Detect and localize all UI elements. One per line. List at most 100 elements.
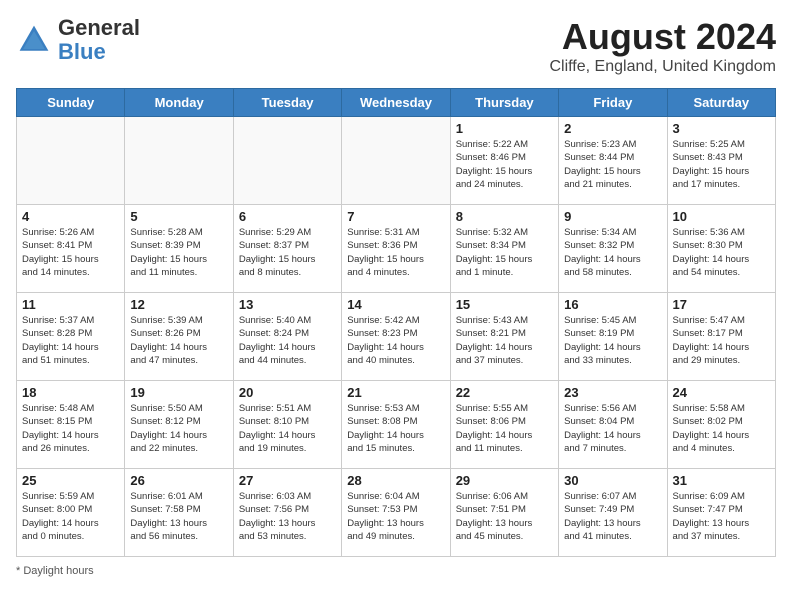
logo-icon — [16, 22, 52, 58]
day-cell: 23 Sunrise: 5:56 AM Sunset: 8:04 PM Dayli… — [559, 381, 667, 469]
week-row-4: 25Sunrise: 5:59 AM Sunset: 8:00 PM Dayli… — [17, 469, 776, 557]
day-number: 25 — [22, 473, 119, 488]
day-cell: 27Sunrise: 6:03 AM Sunset: 7:56 PM Dayli… — [233, 469, 341, 557]
day-info: Sunrise: 5:23 AM Sunset: 8:44 PM Dayligh… — [564, 138, 661, 191]
day-number: 29 — [456, 473, 553, 488]
day-info: Sunrise: 5:43 AM Sunset: 8:21 PM Dayligh… — [456, 314, 553, 367]
header-row: SundayMondayTuesdayWednesdayThursdayFrid… — [17, 89, 776, 117]
day-info: Sunrise: 6:04 AM Sunset: 7:53 PM Dayligh… — [347, 490, 444, 543]
day-info: Sunrise: 5:36 AM Sunset: 8:30 PM Dayligh… — [673, 226, 770, 279]
logo: General Blue — [16, 16, 140, 64]
day-info: Sunrise: 5:53 AM Sunset: 8:08 PM Dayligh… — [347, 402, 444, 455]
day-number: 28 — [347, 473, 444, 488]
day-cell: 26Sunrise: 6:01 AM Sunset: 7:58 PM Dayli… — [125, 469, 233, 557]
day-number: 22 — [456, 385, 553, 400]
col-header-monday: Monday — [125, 89, 233, 117]
day-number: 19 — [130, 385, 227, 400]
day-cell — [233, 117, 341, 205]
day-number: 30 — [564, 473, 661, 488]
day-number: 23 — [564, 385, 661, 400]
day-cell: 29 Sunrise: 6:06 AM Sunset: 7:51 PM Dayli… — [450, 469, 558, 557]
day-info: Sunrise: 5:39 AM Sunset: 8:26 PM Dayligh… — [130, 314, 227, 367]
calendar-header: SundayMondayTuesdayWednesdayThursdayFrid… — [17, 89, 776, 117]
day-number: 8 — [456, 209, 553, 224]
day-info: Sunrise: 5:25 AM Sunset: 8:43 PM Dayligh… — [673, 138, 770, 191]
day-cell: 15Sunrise: 5:43 AM Sunset: 8:21 PM Dayli… — [450, 293, 558, 381]
day-info: Sunrise: 6:09 AM Sunset: 7:47 PM Dayligh… — [673, 490, 770, 543]
day-cell: 21 Sunrise: 5:53 AM Sunset: 8:08 PM Dayli… — [342, 381, 450, 469]
title-area: August 2024 Cliffe, England, United King… — [549, 16, 776, 76]
day-cell: 10Sunrise: 5:36 AM Sunset: 8:30 PM Dayli… — [667, 205, 775, 293]
month-year: August 2024 — [549, 16, 776, 58]
day-number: 20 — [239, 385, 336, 400]
day-cell: 9 Sunrise: 5:34 AM Sunset: 8:32 PM Daylig… — [559, 205, 667, 293]
col-header-saturday: Saturday — [667, 89, 775, 117]
day-number: 6 — [239, 209, 336, 224]
day-cell: 13 Sunrise: 5:40 AM Sunset: 8:24 PM Dayli… — [233, 293, 341, 381]
day-cell: 24 Sunrise: 5:58 AM Sunset: 8:02 PM Dayli… — [667, 381, 775, 469]
week-row-2: 11 Sunrise: 5:37 AM Sunset: 8:28 PM Dayli… — [17, 293, 776, 381]
day-number: 21 — [347, 385, 444, 400]
day-cell: 25Sunrise: 5:59 AM Sunset: 8:00 PM Dayli… — [17, 469, 125, 557]
day-number: 11 — [22, 297, 119, 312]
day-info: Sunrise: 5:47 AM Sunset: 8:17 PM Dayligh… — [673, 314, 770, 367]
day-info: Sunrise: 6:06 AM Sunset: 7:51 PM Dayligh… — [456, 490, 553, 543]
day-number: 24 — [673, 385, 770, 400]
footer-note: * Daylight hours — [16, 565, 776, 577]
calendar-table: SundayMondayTuesdayWednesdayThursdayFrid… — [16, 88, 776, 557]
day-cell: 16 Sunrise: 5:45 AM Sunset: 8:19 PM Dayli… — [559, 293, 667, 381]
day-info: Sunrise: 5:55 AM Sunset: 8:06 PM Dayligh… — [456, 402, 553, 455]
day-cell — [125, 117, 233, 205]
day-info: Sunrise: 5:45 AM Sunset: 8:19 PM Dayligh… — [564, 314, 661, 367]
day-info: Sunrise: 5:37 AM Sunset: 8:28 PM Dayligh… — [22, 314, 119, 367]
day-cell: 20 Sunrise: 5:51 AM Sunset: 8:10 PM Dayli… — [233, 381, 341, 469]
day-cell: 1Sunrise: 5:22 AM Sunset: 8:46 PM Daylig… — [450, 117, 558, 205]
day-cell: 30 Sunrise: 6:07 AM Sunset: 7:49 PM Dayli… — [559, 469, 667, 557]
day-number: 14 — [347, 297, 444, 312]
day-info: Sunrise: 5:58 AM Sunset: 8:02 PM Dayligh… — [673, 402, 770, 455]
day-cell: 12 Sunrise: 5:39 AM Sunset: 8:26 PM Dayli… — [125, 293, 233, 381]
day-info: Sunrise: 5:40 AM Sunset: 8:24 PM Dayligh… — [239, 314, 336, 367]
day-number: 17 — [673, 297, 770, 312]
day-number: 5 — [130, 209, 227, 224]
day-cell: 11 Sunrise: 5:37 AM Sunset: 8:28 PM Dayli… — [17, 293, 125, 381]
day-info: Sunrise: 6:07 AM Sunset: 7:49 PM Dayligh… — [564, 490, 661, 543]
logo-text: General Blue — [58, 16, 140, 64]
day-number: 1 — [456, 121, 553, 136]
col-header-sunday: Sunday — [17, 89, 125, 117]
day-number: 16 — [564, 297, 661, 312]
day-info: Sunrise: 5:56 AM Sunset: 8:04 PM Dayligh… — [564, 402, 661, 455]
day-cell: 4Sunrise: 5:26 AM Sunset: 8:41 PM Daylig… — [17, 205, 125, 293]
day-cell: 19Sunrise: 5:50 AM Sunset: 8:12 PM Dayli… — [125, 381, 233, 469]
day-info: Sunrise: 5:31 AM Sunset: 8:36 PM Dayligh… — [347, 226, 444, 279]
day-info: Sunrise: 5:32 AM Sunset: 8:34 PM Dayligh… — [456, 226, 553, 279]
day-cell — [342, 117, 450, 205]
day-number: 13 — [239, 297, 336, 312]
day-cell: 3 Sunrise: 5:25 AM Sunset: 8:43 PM Daylig… — [667, 117, 775, 205]
day-cell — [17, 117, 125, 205]
day-number: 3 — [673, 121, 770, 136]
logo-blue: Blue — [58, 39, 106, 64]
col-header-friday: Friday — [559, 89, 667, 117]
day-info: Sunrise: 5:48 AM Sunset: 8:15 PM Dayligh… — [22, 402, 119, 455]
day-cell: 6Sunrise: 5:29 AM Sunset: 8:37 PM Daylig… — [233, 205, 341, 293]
day-info: Sunrise: 5:42 AM Sunset: 8:23 PM Dayligh… — [347, 314, 444, 367]
day-info: Sunrise: 5:26 AM Sunset: 8:41 PM Dayligh… — [22, 226, 119, 279]
day-number: 18 — [22, 385, 119, 400]
week-row-1: 4Sunrise: 5:26 AM Sunset: 8:41 PM Daylig… — [17, 205, 776, 293]
day-number: 9 — [564, 209, 661, 224]
day-info: Sunrise: 6:01 AM Sunset: 7:58 PM Dayligh… — [130, 490, 227, 543]
day-cell: 17 Sunrise: 5:47 AM Sunset: 8:17 PM Dayli… — [667, 293, 775, 381]
day-cell: 8 Sunrise: 5:32 AM Sunset: 8:34 PM Daylig… — [450, 205, 558, 293]
day-number: 2 — [564, 121, 661, 136]
day-info: Sunrise: 5:34 AM Sunset: 8:32 PM Dayligh… — [564, 226, 661, 279]
week-row-0: 1Sunrise: 5:22 AM Sunset: 8:46 PM Daylig… — [17, 117, 776, 205]
day-info: Sunrise: 6:03 AM Sunset: 7:56 PM Dayligh… — [239, 490, 336, 543]
col-header-thursday: Thursday — [450, 89, 558, 117]
calendar-body: 1Sunrise: 5:22 AM Sunset: 8:46 PM Daylig… — [17, 117, 776, 557]
day-cell: 5Sunrise: 5:28 AM Sunset: 8:39 PM Daylig… — [125, 205, 233, 293]
day-info: Sunrise: 5:51 AM Sunset: 8:10 PM Dayligh… — [239, 402, 336, 455]
day-number: 31 — [673, 473, 770, 488]
day-number: 12 — [130, 297, 227, 312]
day-cell: 2 Sunrise: 5:23 AM Sunset: 8:44 PM Daylig… — [559, 117, 667, 205]
